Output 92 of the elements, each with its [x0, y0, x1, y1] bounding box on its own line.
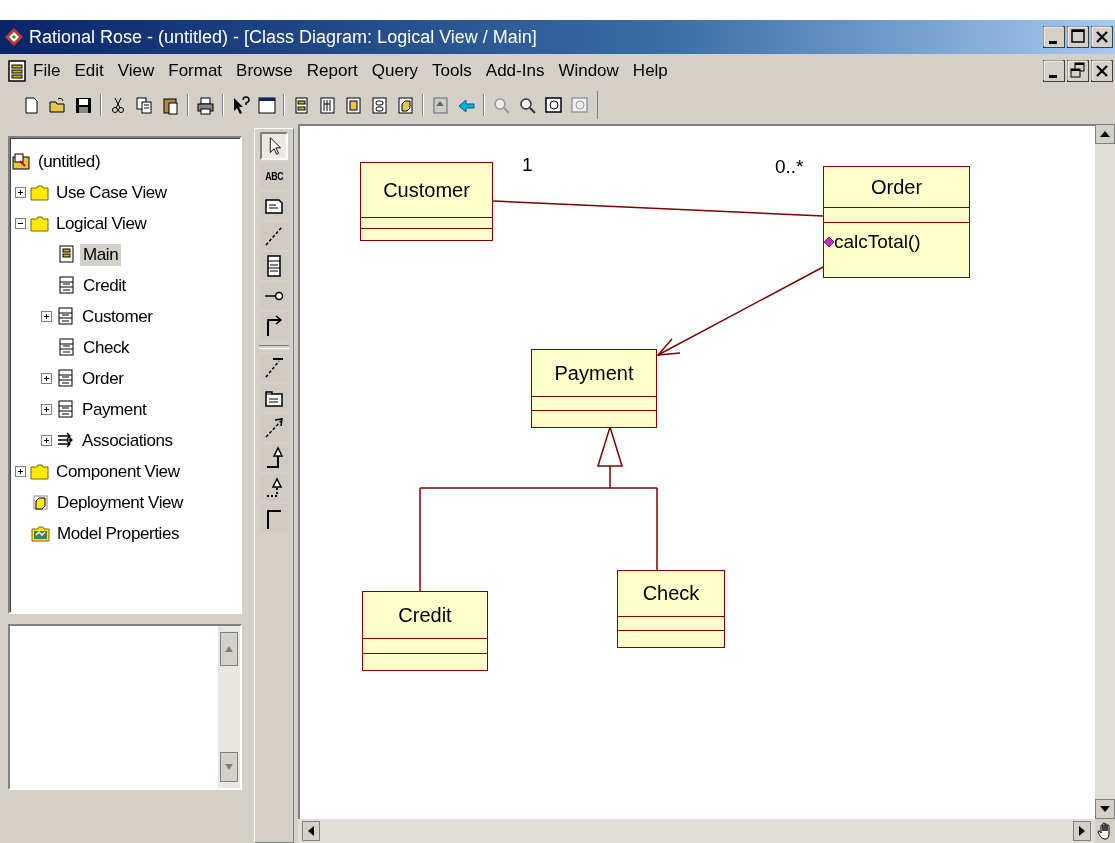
menu-item[interactable]: Browse: [229, 59, 300, 83]
menu-item[interactable]: Edit: [67, 59, 111, 83]
class-box[interactable]: Credit: [362, 591, 488, 671]
deployment-icon: [31, 493, 50, 512]
folder-icon: [30, 462, 49, 481]
window-icon[interactable]: [257, 95, 276, 115]
operation-label: calcTotal(): [834, 231, 921, 253]
tree-item[interactable]: Use Case View: [53, 181, 170, 204]
tree-item[interactable]: Main: [80, 243, 122, 266]
tree-item[interactable]: Deployment View: [54, 491, 186, 514]
printer-icon[interactable]: [196, 95, 215, 115]
association-arrow[interactable]: [656, 265, 826, 356]
browse-parent-icon[interactable]: [431, 95, 450, 115]
menu-item[interactable]: File: [26, 59, 68, 83]
tree-item[interactable]: Order: [79, 367, 127, 390]
folder-icon: [30, 214, 49, 233]
window-title: Rational Rose - (untitled) - [Class Diagram: Logical View / Main]: [29, 26, 538, 48]
copy-icon[interactable]: [135, 95, 154, 115]
menu-item[interactable]: Window: [551, 59, 626, 83]
class-name: Order: [870, 175, 923, 199]
statechart-diagram-icon[interactable]: [370, 95, 389, 115]
close-icon[interactable]: [1091, 26, 1113, 48]
association-line[interactable]: [492, 200, 824, 217]
document-icon[interactable]: [8, 60, 26, 82]
tree-item[interactable]: (untitled): [35, 150, 104, 173]
minimize-icon[interactable]: [1043, 26, 1065, 48]
scroll-up-icon[interactable]: [1095, 124, 1115, 144]
open-folder-icon[interactable]: [48, 95, 67, 115]
arrows-icon: [56, 431, 75, 450]
menu-item[interactable]: Tools: [425, 59, 479, 83]
help-pointer-icon[interactable]: [231, 95, 250, 115]
new-file-icon[interactable]: [22, 95, 41, 115]
multiplicity-label: 1: [522, 154, 533, 176]
minimize-icon[interactable]: [1043, 60, 1065, 82]
class-icon: [57, 338, 76, 357]
menu-item[interactable]: Help: [625, 59, 675, 83]
multiplicity-label: 0..*: [775, 156, 804, 178]
menu-item[interactable]: Add-Ins: [478, 59, 552, 83]
class-icon: [56, 369, 75, 388]
class-icon: [56, 400, 75, 419]
class-name: Credit: [398, 603, 452, 627]
zoom-out-icon[interactable]: [518, 95, 537, 115]
expand-icon[interactable]: [41, 404, 52, 415]
class-name: Check: [642, 582, 700, 605]
vertical-scrollbar[interactable]: [1095, 124, 1115, 819]
expand-icon[interactable]: [15, 466, 26, 477]
interaction-diagram-icon[interactable]: [318, 95, 337, 115]
class-diagram-icon[interactable]: [292, 95, 311, 115]
tree-item[interactable]: Model Properties: [54, 522, 183, 545]
tree-item[interactable]: Customer: [79, 305, 156, 328]
tree-item[interactable]: Associations: [79, 429, 176, 452]
menu-item[interactable]: Query: [364, 59, 426, 83]
restore-icon[interactable]: [1067, 60, 1089, 82]
class-box[interactable]: Order calcTotal(): [823, 166, 970, 278]
menu-item[interactable]: Report: [299, 59, 365, 83]
close-icon[interactable]: [1091, 60, 1113, 82]
menu-item[interactable]: View: [110, 59, 162, 83]
app-logo-icon: [4, 27, 24, 47]
tree-item[interactable]: Credit: [80, 274, 129, 297]
scroll-right-icon[interactable]: [1073, 821, 1091, 841]
folder-icon: [30, 183, 49, 202]
properties-folder-icon: [31, 524, 50, 543]
menu-item[interactable]: Format: [161, 59, 230, 83]
class-name: Payment: [554, 361, 634, 385]
scroll-left-icon[interactable]: [302, 821, 320, 841]
expand-icon[interactable]: [41, 435, 52, 446]
component-diagram-icon[interactable]: [344, 95, 363, 115]
class-box[interactable]: Customer: [360, 162, 493, 241]
tree-item[interactable]: Logical View: [53, 212, 150, 235]
model-icon: [12, 152, 31, 171]
collapse-icon[interactable]: [15, 218, 26, 229]
class-name: Customer: [383, 178, 470, 202]
expand-icon[interactable]: [41, 311, 52, 322]
expand-icon[interactable]: [41, 373, 52, 384]
fit-in-window-icon[interactable]: [544, 95, 563, 115]
maximize-icon[interactable]: [1067, 26, 1089, 48]
hand-icon[interactable]: [1097, 822, 1113, 840]
class-box[interactable]: Check: [617, 570, 725, 648]
class-box[interactable]: Payment: [531, 349, 657, 428]
tree-item[interactable]: Component View: [53, 460, 183, 483]
diamond-icon: [824, 237, 834, 247]
diagram-icon: [57, 245, 76, 264]
class-icon: [56, 307, 75, 326]
expand-icon[interactable]: [15, 187, 26, 198]
tree-item[interactable]: Check: [80, 336, 133, 359]
deployment-diagram-icon[interactable]: [396, 95, 415, 115]
horizontal-scrollbar[interactable]: [298, 819, 1095, 843]
class-icon: [57, 276, 76, 295]
tree-item[interactable]: Payment: [79, 398, 150, 421]
text-tool[interactable]: ABC: [260, 162, 288, 190]
scroll-down-icon[interactable]: [1095, 799, 1115, 819]
paste-icon[interactable]: [161, 95, 180, 115]
